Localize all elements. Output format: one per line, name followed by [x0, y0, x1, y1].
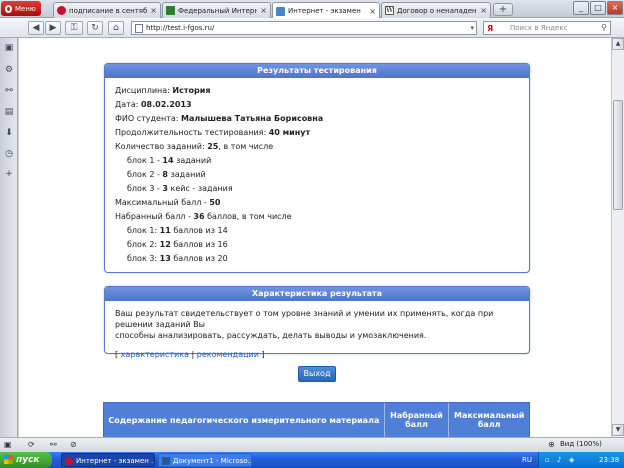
- close-tab-icon[interactable]: ×: [480, 6, 487, 15]
- characteristic-links: [ характеристика | рекомендации ]: [115, 350, 265, 359]
- zoom-icon: ⊕: [548, 440, 555, 449]
- tab-dogovor[interactable]: W Договор о ненападен... ×: [381, 2, 491, 18]
- security-icon[interactable]: ◈: [569, 452, 574, 468]
- close-tab-icon[interactable]: ×: [260, 6, 267, 15]
- status-bar: ▣ ⟳ ⚯ ⊘ ⊕ Вид (100%): [0, 437, 624, 452]
- minimize-button[interactable]: _: [573, 1, 589, 15]
- date-row: Дата: 08.02.2013: [115, 100, 192, 109]
- clock[interactable]: 23:38: [599, 452, 619, 468]
- duration-row: Продолжительность тестирования: 40 минут: [115, 128, 311, 137]
- block-score-row: блок 2: 12 баллов из 16: [127, 240, 228, 249]
- block-tasks-row: блок 2 - 8 заданий: [127, 170, 206, 179]
- url-text: http://test.i-fgos.ru/: [146, 24, 215, 32]
- tab-label: Договор о ненападен...: [397, 6, 478, 15]
- history-icon[interactable]: ◷: [4, 149, 14, 159]
- network-icon[interactable]: ▫: [545, 452, 550, 468]
- language-indicator[interactable]: RU: [522, 452, 532, 468]
- zoom-level[interactable]: Вид (100%): [560, 440, 602, 448]
- panel-toggle-icon[interactable]: ▣: [4, 440, 12, 449]
- column-header-max: Максимальный балл: [454, 411, 525, 429]
- scroll-down-icon[interactable]: ▼: [612, 424, 624, 436]
- chevron-down-icon[interactable]: ▾: [470, 22, 474, 34]
- recommendations-link[interactable]: рекомендации: [197, 350, 259, 359]
- home-button[interactable]: ⌂: [108, 21, 124, 35]
- earned-score-row: Набранный балл - 36 баллов, в том числе: [115, 212, 292, 221]
- tab-bar: Меню подписание в сентябре... × Федераль…: [0, 0, 624, 19]
- scroll-up-icon[interactable]: ▲: [612, 38, 624, 50]
- characteristic-text: Ваш результат свидетельствует о том уров…: [115, 309, 494, 340]
- page-icon: [135, 24, 143, 33]
- block-score-row: блок 3: 13 баллов из 20: [127, 254, 228, 263]
- downloads-icon[interactable]: ⬇: [4, 128, 14, 138]
- page-icon: [276, 6, 285, 16]
- taskbar-item-opera[interactable]: Интернет - экзамен ...: [61, 453, 155, 467]
- turbo-icon[interactable]: ⊘: [70, 440, 77, 449]
- system-tray: ▫ ♪ ◈ 23:38: [538, 452, 624, 468]
- characteristic-panel-title: Характеристика результата: [105, 287, 529, 301]
- notes-icon[interactable]: ▤: [4, 107, 14, 117]
- share-icon[interactable]: ⚯: [4, 86, 14, 96]
- navigation-bar: ◀ ▶ ⚿ ↻ ⌂ http://test.i-fgos.ru/ ▾ Я Пои…: [0, 18, 624, 38]
- sync-icon[interactable]: ⟳: [28, 440, 35, 449]
- bookmarks-icon[interactable]: ▣: [4, 43, 14, 53]
- tab-podpisanie[interactable]: подписание в сентябре... ×: [53, 2, 161, 18]
- widgets-icon[interactable]: ⚙: [4, 65, 14, 75]
- tab-label: подписание в сентябре...: [69, 6, 148, 15]
- close-window-button[interactable]: ×: [607, 1, 623, 15]
- wikipedia-icon: W: [385, 6, 394, 15]
- close-tab-icon[interactable]: ×: [150, 6, 157, 15]
- block-tasks-row: блок 1 - 14 заданий: [127, 156, 212, 165]
- search-placeholder: Поиск в Яндекс: [510, 24, 568, 32]
- opera-menu-label: Меню: [15, 4, 36, 13]
- scrollbar-thumb[interactable]: [613, 100, 623, 210]
- search-input[interactable]: Я Поиск в Яндекс ⚲: [483, 21, 611, 35]
- back-button[interactable]: ◀: [28, 21, 44, 35]
- opera-icon: [65, 457, 73, 465]
- reload-button[interactable]: ↻: [87, 21, 103, 35]
- tab-label: Интернет - экзамен: [288, 7, 361, 15]
- grid-icon: [166, 6, 175, 15]
- block-tasks-row: блок 3 - 3 кейс - задания: [127, 184, 233, 193]
- volume-icon[interactable]: ♪: [557, 452, 561, 468]
- opera-icon: [57, 6, 66, 15]
- sidebar-panel: ▣ ⚙ ⚯ ▤ ⬇ ◷ +: [0, 38, 18, 438]
- maximize-button[interactable]: □: [590, 1, 606, 15]
- characteristic-panel: Характеристика результата Ваш результат …: [104, 286, 530, 359]
- exit-button[interactable]: Выход: [298, 366, 336, 382]
- results-panel: Результаты тестирования Дисциплина: Исто…: [104, 63, 530, 273]
- tab-internet-exam[interactable]: Интернет - экзамен ×: [272, 2, 380, 19]
- taskbar-item-word[interactable]: Документ1 - Microso...: [158, 453, 252, 467]
- key-icon[interactable]: ⚿: [65, 21, 83, 35]
- word-icon: [162, 457, 170, 465]
- add-panel-icon[interactable]: +: [4, 169, 14, 179]
- start-label: пуск: [16, 455, 40, 465]
- opera-menu-button[interactable]: Меню: [1, 1, 41, 16]
- search-icon[interactable]: ⚲: [601, 22, 607, 34]
- opera-logo-icon: [5, 4, 12, 13]
- content-table-header: Содержание педагогического измерительног…: [103, 402, 530, 437]
- tasks-count-row: Количество заданий: 25, в том числе: [115, 142, 274, 151]
- windows-taskbar: пуск Интернет - экзамен ... Документ1 - …: [0, 452, 624, 468]
- column-header-content: Содержание педагогического измерительног…: [104, 403, 385, 437]
- tab-federal[interactable]: Федеральный Интерне... ×: [162, 2, 271, 18]
- forward-button[interactable]: ▶: [45, 21, 61, 35]
- yandex-icon: Я: [487, 24, 494, 33]
- page-viewport: Результаты тестирования Дисциплина: Исто…: [19, 38, 611, 437]
- column-header-earned: Набранный балл: [385, 403, 450, 437]
- new-tab-button[interactable]: +: [493, 3, 513, 16]
- results-panel-title: Результаты тестирования: [105, 64, 529, 78]
- tab-label: Федеральный Интерне...: [178, 6, 257, 15]
- block-score-row: блок 1: 11 баллов из 14: [127, 226, 228, 235]
- vertical-scrollbar[interactable]: ▲ ▼: [611, 38, 624, 437]
- max-score-row: Максимальный балл - 50: [115, 198, 221, 207]
- characteristic-link[interactable]: характеристика: [121, 350, 189, 359]
- start-button[interactable]: пуск: [0, 452, 52, 468]
- share-icon[interactable]: ⚯: [50, 440, 57, 449]
- windows-logo-icon: [4, 455, 13, 464]
- close-tab-icon[interactable]: ×: [369, 7, 376, 16]
- student-row: ФИО студента: Малышева Татьяна Борисовна: [115, 114, 324, 123]
- discipline-row: Дисциплина: История: [115, 86, 211, 95]
- address-bar[interactable]: http://test.i-fgos.ru/ ▾: [131, 21, 477, 35]
